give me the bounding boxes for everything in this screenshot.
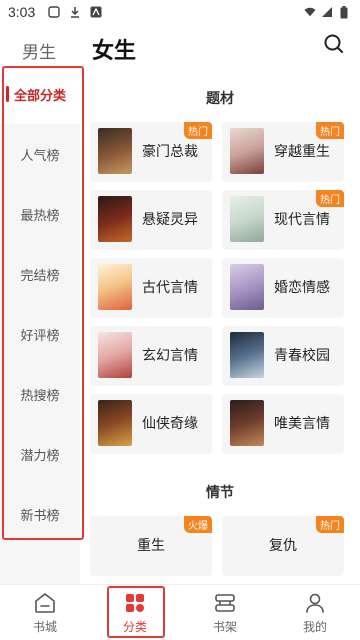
category-label: 玄幻言情 (142, 348, 198, 364)
header: 男生 女生 (0, 24, 360, 68)
section-title-theme: 题材 (206, 91, 234, 107)
nav-item-bookstore[interactable]: 书城 (0, 585, 90, 640)
category-card-ceo[interactable]: 豪门总裁 热门 (90, 122, 212, 182)
battery-icon (338, 5, 350, 18)
book-cover-image (230, 400, 264, 446)
category-card-fantasy-romance[interactable]: 玄幻言情 (90, 326, 212, 386)
category-label: 悬疑灵异 (142, 212, 198, 228)
category-label: 穿越重生 (274, 144, 330, 160)
book-cover-image (98, 264, 132, 310)
book-cover-image (98, 128, 132, 174)
category-card-time-travel[interactable]: 穿越重生 热门 (222, 122, 344, 182)
book-cover-image (230, 264, 264, 310)
category-label: 现代言情 (274, 212, 330, 228)
download-icon (69, 6, 81, 18)
search-icon[interactable] (322, 32, 346, 56)
app-notification-icon (90, 6, 102, 18)
category-card-xianxia[interactable]: 仙侠奇缘 (90, 394, 212, 454)
category-card-ancient-romance[interactable]: 古代言情 (90, 258, 212, 318)
category-label: 青春校园 (274, 348, 330, 364)
category-label: 婚恋情感 (274, 280, 330, 296)
book-cover-image (230, 128, 264, 174)
category-card-youth-campus[interactable]: 青春校园 (222, 326, 344, 386)
book-cover-image (98, 400, 132, 446)
category-card-mystery[interactable]: 悬疑灵异 (90, 190, 212, 250)
category-label: 唯美言情 (274, 416, 330, 432)
nav-label: 我的 (302, 620, 327, 634)
hot-badge: 热门 (316, 190, 344, 207)
hot-badge: 热门 (316, 516, 344, 533)
book-cover-image (98, 196, 132, 242)
category-label: 重生 (137, 538, 165, 554)
status-time: 3:03 (8, 4, 36, 20)
book-cover-image (230, 196, 264, 242)
category-label: 古代言情 (142, 280, 198, 296)
bookstore-icon (33, 591, 57, 615)
profile-icon (303, 591, 327, 615)
wifi-icon (304, 6, 316, 18)
hot-badge: 热门 (316, 122, 344, 139)
category-content: 题材 豪门总裁 热门 穿越重生 热门 悬疑灵异 现代言情 热门 古代言情 婚恋情… (80, 64, 360, 584)
signal-icon (321, 6, 333, 18)
nav-highlight-box (107, 586, 165, 638)
bookshelf-icon (213, 591, 237, 615)
tab-female[interactable]: 女生 (92, 33, 136, 65)
category-card-modern-romance[interactable]: 现代言情 热门 (222, 190, 344, 250)
status-bar: 3:03 (0, 0, 360, 24)
category-card-marriage[interactable]: 婚恋情感 (222, 258, 344, 318)
category-label: 仙侠奇缘 (142, 416, 198, 432)
category-label: 豪门总裁 (142, 144, 198, 160)
nav-label: 书架 (212, 620, 237, 634)
nav-label: 书城 (32, 620, 57, 634)
nav-item-profile[interactable]: 我的 (270, 585, 360, 640)
book-cover-image (98, 332, 132, 378)
book-cover-image (230, 332, 264, 378)
sidebar-highlight-box (2, 66, 84, 540)
tab-male[interactable]: 男生 (22, 38, 56, 63)
category-card-rebirth[interactable]: 重生 火爆 (90, 516, 212, 576)
trending-badge: 火爆 (184, 516, 212, 533)
section-title-plot: 情节 (206, 485, 234, 501)
hot-badge: 热门 (184, 122, 212, 139)
category-card-aesthetic-romance[interactable]: 唯美言情 (222, 394, 344, 454)
bottom-navigation: 书城 分类 书架 我的 (0, 584, 360, 640)
category-card-revenge[interactable]: 复仇 热门 (222, 516, 344, 576)
notification-icon (48, 6, 60, 18)
nav-item-bookshelf[interactable]: 书架 (180, 585, 270, 640)
category-label: 复仇 (269, 538, 297, 554)
